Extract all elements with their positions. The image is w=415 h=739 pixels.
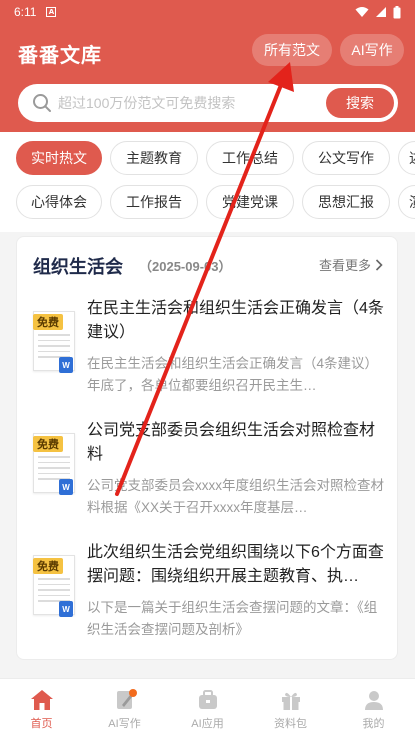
chip-hot[interactable]: 实时热文 xyxy=(16,141,102,175)
section-date: （2025-09-03） xyxy=(139,259,232,274)
nav-home[interactable]: 首页 xyxy=(0,679,83,739)
chip-thought-report[interactable]: 思想汇报 xyxy=(302,185,390,219)
doc-title: 此次组织生活会党组织围绕以下6个方面查摆问题：围绕组织开展主题教育、执… xyxy=(87,544,384,585)
section-title: 组织生活会 xyxy=(33,257,123,277)
word-file-icon: W xyxy=(59,357,73,373)
signal-icon xyxy=(376,7,386,17)
free-badge: 免费 xyxy=(33,436,63,452)
nav-materials[interactable]: 资料包 xyxy=(249,679,332,739)
section-card: 组织生活会 （2025-09-03） 查看更多 免费 W 在民主生活会和组织生活… xyxy=(16,236,398,660)
nav-ai-write[interactable]: AI写作 xyxy=(83,679,166,739)
word-file-icon: W xyxy=(59,601,73,617)
status-icons xyxy=(355,5,401,19)
bottom-nav: 首页 AI写作 AI应用 资料包 我的 xyxy=(0,678,415,739)
nav-label: AI写作 xyxy=(108,718,141,730)
doc-description: 以下是一篇关于组织生活会查摆问题的文章：《组织生活会查摆问题及剖析》 xyxy=(87,600,378,637)
search-button[interactable]: 搜索 xyxy=(326,88,394,118)
search-icon xyxy=(33,94,51,112)
profile-icon xyxy=(364,691,383,710)
chip-work-report[interactable]: 工作报告 xyxy=(110,185,198,219)
nav-label: 资料包 xyxy=(274,718,307,730)
search-bar[interactable]: 超过100万份范文可免费搜索 搜索 xyxy=(18,84,398,122)
battery-icon xyxy=(393,5,401,18)
doc-list-item[interactable]: 免费 W 在民主生活会和组织生活会正确发言（4条建议） 在民主生活会和组织生活会… xyxy=(17,297,399,417)
doc-list-item[interactable]: 免费 W 公司党支部委员会组织生活会对照检查材料 公司党支部委员会xxxx年度组… xyxy=(17,419,399,539)
status-time: 6:11 xyxy=(14,5,37,19)
notification-icon: A xyxy=(46,7,57,17)
wifi-icon xyxy=(355,7,369,17)
chip-official-writing[interactable]: 公文写作 xyxy=(302,141,390,175)
search-placeholder: 超过100万份范文可免费搜索 xyxy=(58,95,236,111)
category-chips: 实时热文 主题教育 工作总结 公文写作 述 心得体会 工作报告 党建党课 思想汇… xyxy=(0,132,415,232)
doc-list-item[interactable]: 免费 W 此次组织生活会党组织围绕以下6个方面查摆问题：围绕组织开展主题教育、执… xyxy=(17,541,399,661)
ai-write-button[interactable]: AI写作 xyxy=(340,34,404,66)
doc-description: 公司党支部委员会xxxx年度组织生活会对照检查材料根据《XX关于召开xxxx年度… xyxy=(87,478,384,515)
app-header: 番番文库 所有范文 AI写作 超过100万份范文可免费搜索 搜索 xyxy=(0,24,415,132)
status-bar: 6:11 A xyxy=(0,0,415,24)
view-more-link[interactable]: 查看更多 xyxy=(319,255,383,274)
word-file-icon: W xyxy=(59,479,73,495)
home-icon xyxy=(30,690,53,710)
chip-party-building[interactable]: 党建党课 xyxy=(206,185,294,219)
ai-app-icon xyxy=(198,690,217,709)
all-templates-button[interactable]: 所有范文 xyxy=(252,34,332,66)
chip-theme-education[interactable]: 主题教育 xyxy=(110,141,198,175)
chip-more-row1[interactable]: 述 xyxy=(398,141,415,175)
app-title: 番番文库 xyxy=(18,45,102,67)
chip-experience[interactable]: 心得体会 xyxy=(16,185,102,219)
free-badge: 免费 xyxy=(33,558,63,574)
doc-title: 在民主生活会和组织生活会正确发言（4条建议） xyxy=(87,300,384,341)
gift-icon xyxy=(281,692,300,710)
nav-label: 我的 xyxy=(362,718,385,730)
nav-profile[interactable]: 我的 xyxy=(332,679,415,739)
doc-title: 公司党支部委员会组织生活会对照检查材料 xyxy=(87,422,376,463)
nav-label: AI应用 xyxy=(191,718,224,730)
chip-more-row2[interactable]: 演 xyxy=(398,185,415,219)
chevron-right-icon xyxy=(375,258,383,271)
app-screen: 6:11 A 番番文库 所有范文 AI写作 超过100万份范文可免费搜索 搜索 … xyxy=(0,0,415,739)
view-more-label: 查看更多 xyxy=(318,258,371,273)
free-badge: 免费 xyxy=(33,314,63,330)
doc-description: 在民主生活会和组织生活会正确发言（4条建议）年底了，各单位都要组织召开民主生… xyxy=(87,356,379,393)
nav-ai-app[interactable]: AI应用 xyxy=(166,679,249,739)
chip-work-summary[interactable]: 工作总结 xyxy=(206,141,294,175)
nav-label: 首页 xyxy=(30,718,53,730)
unread-dot xyxy=(128,689,137,697)
